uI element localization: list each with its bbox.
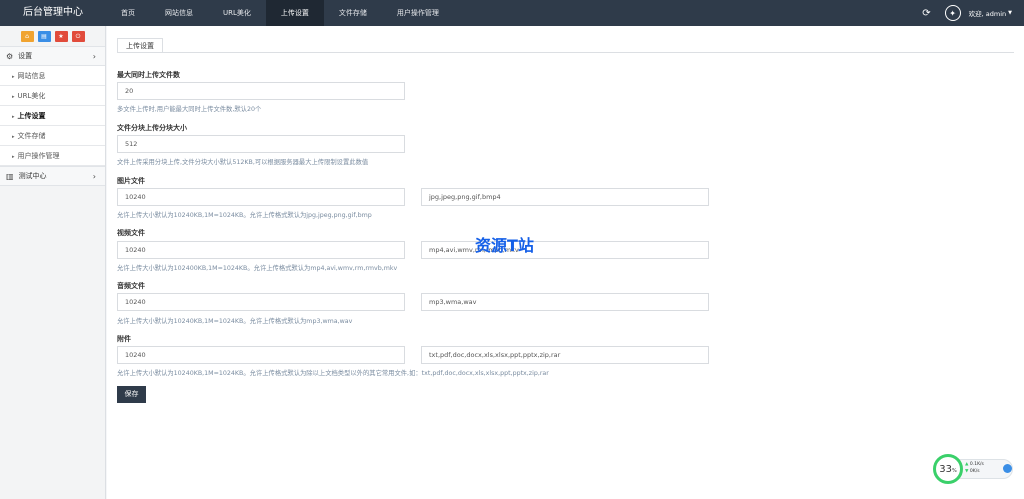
sidebar-item-file-storage[interactable]: ▸ 文件存储 [0, 126, 105, 146]
refresh-icon[interactable]: ⟳ [922, 8, 930, 19]
image-types-input[interactable]: jpg,jpeg,png,gif,bmp4 [421, 188, 709, 206]
user-menu[interactable]: 欢迎, admin ▼ [969, 8, 1012, 18]
nav-site-info[interactable]: 网站信息 [150, 0, 208, 26]
chunk-size-input[interactable]: 512 [117, 135, 405, 153]
video-file-label: 视频文件 [117, 229, 145, 237]
watermark-text: 资源T站 [475, 236, 534, 255]
max-files-input[interactable]: 20 [117, 82, 405, 100]
attachment-help: 允许上传大小默认为10240KB,1M=1024KB。允许上传格式默认为除以上文… [117, 370, 549, 377]
sidebar-item-label: URL美化 [17, 92, 46, 100]
nav-home[interactable]: 首页 [106, 0, 150, 26]
caret-down-icon: ▼ [1008, 10, 1012, 16]
audio-file-help: 允许上传大小默认为10240KB,1M=1024KB。允许上传格式默认为mp3,… [117, 318, 353, 325]
attachment-label: 附件 [117, 335, 131, 343]
caret-right-icon: ▸ [12, 114, 15, 120]
caret-right-icon: ▸ [12, 134, 15, 140]
sidebar-item-url-rewrite[interactable]: ▸ URL美化 [0, 86, 105, 106]
image-file-help: 允许上传大小默认为10240KB,1M=1024KB。允许上传格式默认为jpg,… [117, 212, 372, 219]
caret-right-icon: ▸ [12, 74, 15, 80]
download-speed: ▼ 0K/s [965, 469, 980, 474]
sidebar-item-site-info[interactable]: ▸ 网站信息 [0, 66, 105, 86]
arrow-up-icon: ▲ [965, 462, 969, 467]
image-file-label: 图片文件 [117, 177, 145, 185]
audio-size-input[interactable]: 10240 [117, 293, 405, 311]
speed-percent-circle: 33% [933, 454, 963, 484]
home-icon[interactable]: ⌂ [20, 31, 34, 42]
sidebar-item-label: 文件存储 [17, 132, 46, 140]
network-speed-widget[interactable]: 33% ▲ 0.1K/s ▼ 0K/s [933, 454, 1015, 484]
audio-types-input[interactable]: mp3,wma,wav [421, 293, 709, 311]
upload-speed: ▲ 0.1K/s [965, 462, 984, 467]
avatar-icon[interactable]: ✦ [944, 5, 961, 21]
shortcut-row: ⌂ ▤ ★ ⏻ [0, 26, 105, 46]
tab-upload-settings[interactable]: 上传设置 [117, 38, 163, 53]
video-file-help: 允许上传大小默认为102400KB,1M=1024KB。允许上传格式默认为mp4… [117, 265, 398, 272]
nav-file-storage[interactable]: 文件存储 [324, 0, 382, 26]
sidebar-item-upload-settings[interactable]: ▸ 上传设置 [0, 106, 105, 126]
power-icon[interactable]: ⏻ [71, 31, 85, 42]
attachment-size-input[interactable]: 10240 [117, 346, 405, 364]
chevron-right-icon: › [92, 51, 96, 61]
arrow-down-icon: ▼ [965, 469, 969, 474]
gears-icon: ⚙ [6, 51, 14, 61]
sidebar-item-label: 用户操作管理 [17, 152, 60, 160]
upload-speed-value: 0.1K/s [969, 462, 984, 467]
sidebar: ⌂ ▤ ★ ⏻ ⚙ 设置 › ▸ 网站信息 ▸ URL美化 ▸ 上传设置 ▸ 文件存储 … [0, 26, 106, 499]
caret-right-icon: ▸ [12, 94, 15, 100]
top-navbar: 后台管理中心 首页 网站信息 URL美化 上传设置 文件存储 用户操作管理 ⟳ … [0, 0, 1024, 26]
sidebar-group-test-center[interactable]: ▥ 测试中心 › [0, 166, 105, 186]
video-size-input[interactable]: 10240 [117, 241, 405, 259]
book-icon: ▥ [6, 171, 14, 181]
video-types-input[interactable]: mp4,avi,wmv,rm,rmvb,mkv [421, 241, 709, 259]
max-files-label: 最大同时上传文件数 [117, 71, 180, 79]
attachment-types-input[interactable]: txt,pdf,doc,docx,xls,xlsx,ppt,pptx,zip,r… [421, 346, 709, 364]
user-area: ⟳ ✦ 欢迎, admin ▼ [922, 0, 1012, 26]
main-panel: 上传设置 最大同时上传文件数 20 多文件上传时,用户能最大同时上传文件数,默认… [107, 26, 1024, 499]
chunk-size-help: 文件上传采用分块上传,文件分块大小默认512KB,可以根据服务器最大上传限制设置… [117, 159, 369, 166]
tab-divider [117, 52, 1014, 53]
nav-url-rewrite[interactable]: URL美化 [208, 0, 266, 26]
download-speed-value: 0K/s [969, 469, 980, 474]
save-button[interactable]: 保存 [117, 386, 146, 403]
sidebar-item-user-operations[interactable]: ▸ 用户操作管理 [0, 146, 105, 166]
brand-title[interactable]: 后台管理中心 [0, 0, 106, 26]
file-icon[interactable]: ▤ [37, 31, 51, 42]
sidebar-group-settings[interactable]: ⚙ 设置 › [0, 46, 105, 66]
welcome-text: 欢迎, admin [968, 10, 1007, 18]
accelerate-ball-icon[interactable] [1003, 464, 1012, 473]
chunk-size-label: 文件分块上传分块大小 [117, 124, 187, 132]
sidebar-item-label: 网站信息 [17, 72, 46, 80]
chevron-right-icon: › [92, 171, 96, 181]
audio-file-label: 音频文件 [117, 282, 145, 290]
star-icon[interactable]: ★ [54, 31, 68, 42]
sidebar-group-label: 设置 [18, 52, 33, 60]
nav-upload-settings[interactable]: 上传设置 [265, 0, 324, 26]
top-nav: 首页 网站信息 URL美化 上传设置 文件存储 用户操作管理 [106, 0, 454, 26]
sidebar-group-label: 测试中心 [18, 172, 47, 180]
nav-user-operations[interactable]: 用户操作管理 [382, 0, 454, 26]
max-files-help: 多文件上传时,用户能最大同时上传文件数,默认20个 [117, 106, 262, 113]
sidebar-item-label: 上传设置 [17, 112, 46, 120]
speed-percent: 33 [939, 463, 952, 475]
speed-percent-unit: % [951, 467, 957, 474]
image-size-input[interactable]: 10240 [117, 188, 405, 206]
caret-right-icon: ▸ [12, 154, 15, 160]
